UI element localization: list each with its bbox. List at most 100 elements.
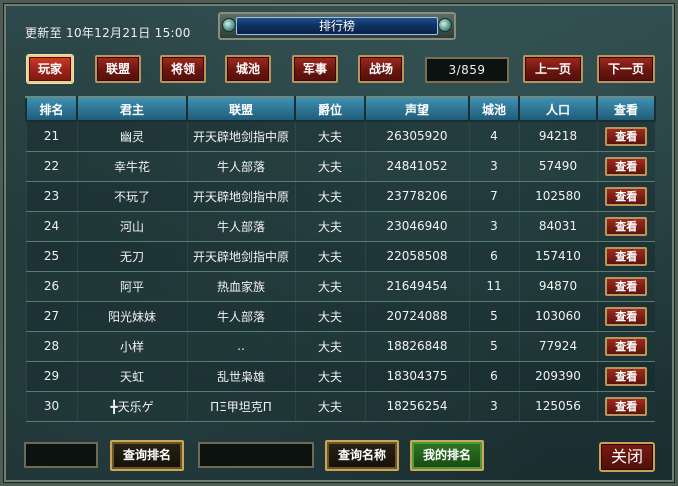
prestige-cell: 21649454 [364, 271, 469, 302]
view-cell: 查看 [596, 241, 655, 272]
table-row: 24 河山 牛人部落 大夫 23046940 3 84031 查看 [25, 211, 655, 242]
title-cell: 大夫 [294, 361, 365, 392]
alliance-cell: 开天辟地剑指中原 [186, 181, 295, 212]
rank-cell: 30 [25, 391, 77, 422]
column-header-population[interactable]: 人口 [518, 96, 598, 122]
population-cell: 57490 [518, 151, 597, 182]
view-cell: 查看 [596, 331, 655, 362]
view-cell: 查看 [596, 121, 655, 152]
cities-cell: 11 [468, 271, 519, 302]
title-cell: 大夫 [294, 391, 365, 422]
rank-search-input[interactable] [24, 442, 98, 468]
rank-cell: 23 [25, 181, 77, 212]
cities-cell: 6 [468, 361, 519, 392]
view-cell: 查看 [596, 361, 655, 392]
cities-cell: 3 [468, 151, 519, 182]
ranking-table: 排名 君主 联盟 爵位 声望 城池 人口 查看 21 幽灵 开天辟地剑指中原 大… [25, 96, 656, 422]
ornament-knob-icon [438, 18, 452, 32]
tab-players[interactable]: 玩家 [27, 55, 73, 83]
table-row: 26 阿平 热血家族 大夫 21649454 11 94870 查看 [25, 271, 655, 302]
cities-cell: 7 [468, 181, 519, 212]
close-button[interactable]: 关闭 [599, 442, 655, 472]
lord-cell: 无刀 [76, 241, 187, 272]
view-button[interactable]: 查看 [605, 276, 648, 296]
rank-cell: 29 [25, 361, 77, 392]
prev-page-button[interactable]: 上一页 [523, 55, 583, 83]
alliance-cell: 开天辟地剑指中原 [186, 121, 295, 152]
prestige-cell: 18304375 [364, 361, 469, 392]
prestige-cell: 26305920 [364, 121, 469, 152]
population-cell: 94218 [518, 121, 597, 152]
alliance-cell: 牛人部落 [186, 211, 295, 242]
lord-cell: 天虹 [76, 361, 187, 392]
lord-cell: 阳光妹妹 [76, 301, 187, 332]
rank-cell: 22 [25, 151, 77, 182]
column-header-rank[interactable]: 排名 [25, 96, 78, 122]
prestige-cell: 22058508 [364, 241, 469, 272]
column-header-cities[interactable]: 城池 [468, 96, 520, 122]
search-rank-button[interactable]: 查询排名 [110, 440, 184, 471]
column-header-view: 查看 [596, 96, 656, 122]
prestige-cell: 23046940 [364, 211, 469, 242]
population-cell: 84031 [518, 211, 597, 242]
view-button[interactable]: 查看 [605, 366, 648, 386]
column-header-alliance[interactable]: 联盟 [186, 96, 296, 122]
page-indicator: 3/859 [425, 57, 509, 83]
table-row: 29 天虹 乱世枭雄 大夫 18304375 6 209390 查看 [25, 361, 655, 392]
view-button[interactable]: 查看 [605, 396, 648, 416]
column-header-lord[interactable]: 君主 [76, 96, 188, 122]
column-header-prestige[interactable]: 声望 [364, 96, 470, 122]
view-button[interactable]: 查看 [605, 216, 648, 236]
view-cell: 查看 [596, 181, 655, 212]
population-cell: 125056 [518, 391, 597, 422]
tab-alliances[interactable]: 联盟 [95, 55, 141, 83]
alliance-cell: 牛人部落 [186, 151, 295, 182]
table-row: 22 幸牛花 牛人部落 大夫 24841052 3 57490 查看 [25, 151, 655, 182]
column-header-title[interactable]: 爵位 [294, 96, 366, 122]
view-button[interactable]: 查看 [605, 246, 648, 266]
cities-cell: 3 [468, 391, 519, 422]
view-cell: 查看 [596, 391, 655, 422]
alliance-cell: 乱世枭雄 [186, 361, 295, 392]
tab-generals[interactable]: 将领 [160, 55, 206, 83]
view-button[interactable]: 查看 [605, 156, 648, 176]
alliance-cell: 热血家族 [186, 271, 295, 302]
view-cell: 查看 [596, 211, 655, 242]
rank-cell: 26 [25, 271, 77, 302]
population-cell: 209390 [518, 361, 597, 392]
lord-cell: 幽灵 [76, 121, 187, 152]
title-cell: 大夫 [294, 301, 365, 332]
lord-cell: 不玩了 [76, 181, 187, 212]
view-button[interactable]: 查看 [605, 186, 648, 206]
search-name-button[interactable]: 查询名称 [325, 440, 399, 471]
rank-cell: 25 [25, 241, 77, 272]
alliance-cell: ΠΞ甲坦克Π [186, 391, 295, 422]
rank-cell: 28 [25, 331, 77, 362]
prestige-cell: 23778206 [364, 181, 469, 212]
population-cell: 103060 [518, 301, 597, 332]
population-cell: 94870 [518, 271, 597, 302]
view-button[interactable]: 查看 [605, 306, 648, 326]
prestige-cell: 24841052 [364, 151, 469, 182]
table-row: 25 无刀 开天辟地剑指中原 大夫 22058508 6 157410 查看 [25, 241, 655, 272]
title-cell: 大夫 [294, 241, 365, 272]
cities-cell: 5 [468, 331, 519, 362]
population-cell: 102580 [518, 181, 597, 212]
table-row: 23 不玩了 开天辟地剑指中原 大夫 23778206 7 102580 查看 [25, 181, 655, 212]
view-button[interactable]: 查看 [605, 336, 648, 356]
lord-cell: 河山 [76, 211, 187, 242]
title-cell: 大夫 [294, 181, 365, 212]
prestige-cell: 20724088 [364, 301, 469, 332]
rank-cell: 21 [25, 121, 77, 152]
update-time-text: 更新至 10年12月21日 15:00 [25, 26, 191, 40]
view-button[interactable]: 查看 [605, 126, 648, 146]
prestige-cell: 18256254 [364, 391, 469, 422]
tab-battlefield[interactable]: 战场 [358, 55, 404, 83]
tab-cities[interactable]: 城池 [225, 55, 271, 83]
tab-military[interactable]: 军事 [292, 55, 338, 83]
lord-cell: 幸牛花 [76, 151, 187, 182]
name-search-input[interactable] [198, 442, 314, 468]
my-rank-button[interactable]: 我的排名 [410, 440, 484, 471]
next-page-button[interactable]: 下一页 [597, 55, 655, 83]
title-cell: 大夫 [294, 331, 365, 362]
